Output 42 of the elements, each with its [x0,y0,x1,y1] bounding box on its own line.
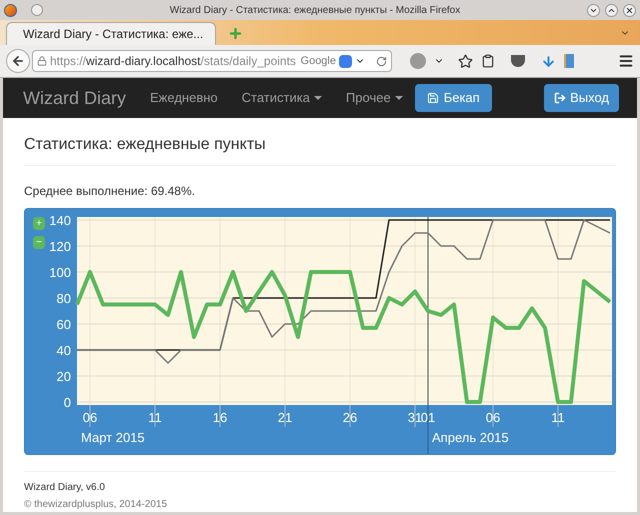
backup-button[interactable]: Бекап [414,84,492,112]
summary-text: Среднее выполнение: 69.48%. [24,183,196,200]
y-tick-label: 100 [49,265,71,280]
minimize-icon[interactable] [587,4,600,16]
month-label: Апрель 2015 [432,430,509,445]
x-tick-label: 11 [148,410,162,425]
x-tick-label: 16 [212,410,228,425]
nav-link[interactable]: Статистика [242,88,322,108]
brand-link[interactable]: Wizard Diary [23,84,126,112]
x-tick-label: 06 [82,410,98,425]
y-tick-label: 40 [56,343,71,358]
nav-link[interactable]: Прочее [346,88,403,108]
x-tick-label: 11 [551,410,565,425]
y-tick-label: 140 [49,213,71,228]
back-button[interactable] [6,49,30,73]
y-tick-label: 60 [56,317,71,332]
y-tick-label: 80 [56,291,71,306]
browser-tab[interactable]: Wizard Diary - Статистика: еже... [6,22,216,45]
logout-button[interactable]: Выход [544,84,619,112]
y-tick-label: 20 [56,369,71,384]
logout-icon [554,92,566,104]
page-title: Статистика: ежедневные пункты [24,135,267,155]
x-tick-label: 06 [486,410,500,425]
footer-copyright: © thewizardplusplus, 2014-2015 [24,498,168,512]
nav-link[interactable]: Ежедневно [150,88,218,108]
y-tick-label: 120 [49,239,71,254]
menu-icon[interactable] [618,53,634,69]
x-tick-label: 26 [342,410,358,425]
x-tick-label: 01 [420,410,436,425]
x-tick-label: 31 [408,410,422,425]
maximize-icon[interactable] [605,4,618,16]
back-arrow-icon [11,54,25,68]
footer-version: Wizard Diary, v6.0 [24,481,106,495]
y-tick-label: 0 [64,395,71,410]
window-title: Wizard Diary - Статистика: ежедневные пункты - Mozilla Firefox [168,4,462,18]
download-icon[interactable] [541,54,556,68]
clipboard-icon[interactable] [481,54,495,68]
star-icon[interactable] [458,54,473,68]
save-icon [426,92,439,104]
close-icon[interactable] [623,4,636,16]
x-tick-label: 21 [278,410,292,425]
month-label: Март 2015 [81,430,145,445]
